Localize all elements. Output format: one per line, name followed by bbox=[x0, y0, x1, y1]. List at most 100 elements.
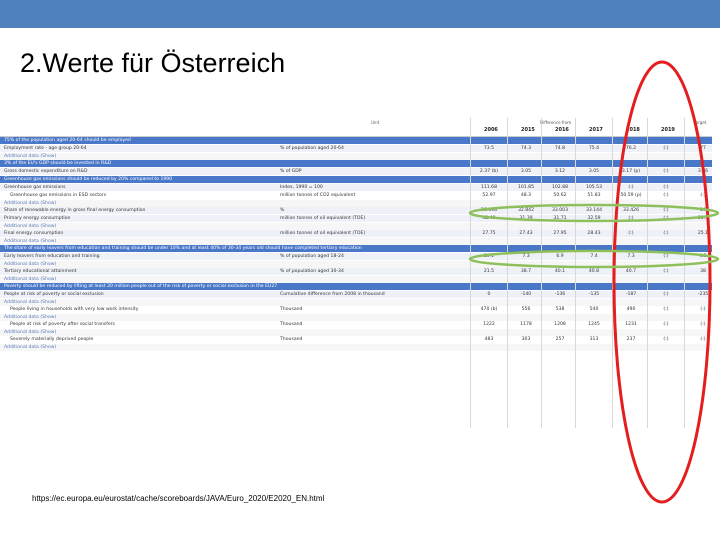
additional-data-row[interactable]: Additional data (Show) bbox=[0, 299, 712, 306]
value-cell: 303 bbox=[521, 337, 531, 342]
row-label[interactable]: Additional data (Show) bbox=[4, 153, 56, 160]
target-cell: (:) bbox=[700, 337, 706, 342]
value-cell: (:) bbox=[663, 208, 669, 213]
value-cell: 237 bbox=[626, 337, 636, 342]
value-cell: 10.1 bbox=[483, 254, 495, 259]
row-label[interactable]: Additional data (Show) bbox=[4, 261, 56, 268]
value-cell: 111.68 bbox=[480, 185, 498, 190]
row-unit: million tonnes of oil equivalent (TOE) bbox=[280, 216, 366, 221]
year-header: 2017 bbox=[589, 127, 603, 133]
additional-data-row[interactable]: Additional data (Show) bbox=[0, 314, 712, 321]
value-cell: 40.8 bbox=[588, 269, 600, 274]
column-divider bbox=[684, 118, 685, 428]
value-cell: 31.39 bbox=[519, 216, 533, 221]
value-cell: 3.17 (p) bbox=[621, 169, 641, 174]
target-cell: 77 bbox=[700, 146, 706, 151]
row-label: People at risk of poverty or social excl… bbox=[4, 292, 104, 297]
row-label[interactable]: Additional data (Show) bbox=[4, 314, 56, 321]
additional-data-row[interactable]: Additional data (Show) bbox=[0, 276, 712, 283]
row-label: Primary energy consumption bbox=[4, 216, 71, 221]
value-cell: (:) bbox=[628, 185, 634, 190]
additional-data-row[interactable]: Additional data (Show) bbox=[0, 200, 712, 207]
value-cell: 26.698 bbox=[480, 208, 498, 213]
target-cell: 34 bbox=[700, 208, 706, 213]
row-label: People living in households with very lo… bbox=[10, 307, 139, 312]
row-label[interactable]: Additional data (Show) bbox=[4, 223, 56, 230]
row-label[interactable]: Additional data (Show) bbox=[4, 329, 56, 336]
value-cell: 33.003 bbox=[551, 208, 569, 213]
value-cell: 33.144 bbox=[585, 208, 603, 213]
row-label: Greenhouse gas emissions in ESD sectors bbox=[10, 193, 107, 198]
value-cell: 38.7 bbox=[520, 269, 532, 274]
target-cell: (:) bbox=[700, 193, 706, 198]
group-header: Difference from bbox=[540, 120, 572, 125]
value-cell: 313 bbox=[589, 337, 599, 342]
value-cell: (:) bbox=[663, 292, 669, 297]
row-label[interactable]: Additional data (Show) bbox=[4, 238, 56, 245]
row-unit: % of population aged 30-34 bbox=[280, 269, 344, 274]
target-header: Target bbox=[694, 120, 707, 125]
section-row: 3% of the EU's GDP should be invested in… bbox=[0, 160, 712, 167]
value-cell: (:) bbox=[663, 193, 669, 198]
row-unit: Thousand bbox=[280, 337, 303, 342]
column-divider bbox=[541, 118, 542, 428]
target-cell: 25.1 bbox=[697, 231, 709, 236]
table-row: Share of renewable energy in gross final… bbox=[0, 207, 712, 214]
value-cell: (:) bbox=[663, 231, 669, 236]
value-cell: 105.53 bbox=[585, 185, 603, 190]
additional-data-row[interactable]: Additional data (Show) bbox=[0, 329, 712, 336]
value-cell: -135 bbox=[588, 292, 600, 297]
row-unit: million tonnes of oil equivalent (TOE) bbox=[280, 231, 366, 236]
table-row: Severely materially deprived people Thous… bbox=[0, 336, 712, 343]
value-cell: 33.426 bbox=[622, 208, 640, 213]
value-cell: 1245 bbox=[588, 322, 600, 327]
row-label: 3% of the EU's GDP should be invested in… bbox=[4, 161, 112, 166]
row-label: Gross domestic expenditure on R&D bbox=[4, 169, 88, 174]
value-cell: 7.3 bbox=[627, 254, 635, 259]
value-cell: (:) bbox=[628, 216, 634, 221]
row-unit: million tonnes of CO2 equivalent bbox=[280, 193, 356, 198]
row-unit: % of GDP bbox=[280, 169, 302, 174]
additional-data-row[interactable]: Additional data (Show) bbox=[0, 261, 712, 268]
target-cell: (:) bbox=[700, 307, 706, 312]
value-cell: 1178 bbox=[520, 322, 532, 327]
value-cell: (:) bbox=[663, 322, 669, 327]
row-unit: Index, 1990 = 100 bbox=[280, 185, 323, 190]
section-row: 75% of the population aged 20-64 should … bbox=[0, 137, 712, 144]
top-banner bbox=[0, 0, 720, 28]
target-cell: 9.5 bbox=[699, 254, 707, 259]
table-row: Final energy consumption million tonnes o… bbox=[0, 230, 712, 237]
row-unit: Cumulative difference from 2008 in thous… bbox=[280, 292, 385, 297]
row-unit: Thousand bbox=[280, 322, 303, 327]
value-cell: 538 bbox=[555, 307, 565, 312]
year-header: 2006 bbox=[484, 127, 498, 133]
value-cell: 76.2 bbox=[625, 146, 637, 151]
additional-data-row[interactable]: Additional data (Show) bbox=[0, 153, 712, 160]
row-unit: % of population aged 20-64 bbox=[280, 146, 344, 151]
table-row: Greenhouse gas emissions in ESD sectors m… bbox=[0, 192, 712, 199]
row-label[interactable]: Additional data (Show) bbox=[4, 344, 56, 351]
value-cell: 470 (b) bbox=[480, 307, 498, 312]
target-cell: (:) bbox=[700, 322, 706, 327]
row-label[interactable]: Additional data (Show) bbox=[4, 299, 56, 306]
row-label: Tertiary educational attainment bbox=[4, 269, 77, 274]
section-row: The share of early leavers from educatio… bbox=[0, 245, 712, 252]
target-cell: 38 bbox=[700, 269, 706, 274]
additional-data-row[interactable]: Additional data (Show) bbox=[0, 238, 712, 245]
table-row: Early leavers from education and trainin… bbox=[0, 253, 712, 260]
column-divider bbox=[575, 118, 576, 428]
value-cell: 28.43 bbox=[587, 231, 601, 236]
row-label[interactable]: Additional data (Show) bbox=[4, 276, 56, 283]
value-cell: 6.9 bbox=[556, 254, 564, 259]
value-cell: (:) bbox=[663, 146, 669, 151]
value-cell: 32.59 bbox=[587, 216, 601, 221]
value-cell: 1222 bbox=[483, 322, 495, 327]
additional-data-row[interactable]: Additional data (Show) bbox=[0, 344, 712, 351]
value-cell: (:) bbox=[663, 269, 669, 274]
row-label: Greenhouse gas emissions bbox=[4, 185, 66, 190]
value-cell: (:) bbox=[663, 307, 669, 312]
additional-data-row[interactable]: Additional data (Show) bbox=[0, 223, 712, 230]
column-divider bbox=[647, 118, 648, 428]
row-label: Poverty should be reduced by lifting at … bbox=[4, 284, 278, 289]
row-label[interactable]: Additional data (Show) bbox=[4, 200, 56, 207]
